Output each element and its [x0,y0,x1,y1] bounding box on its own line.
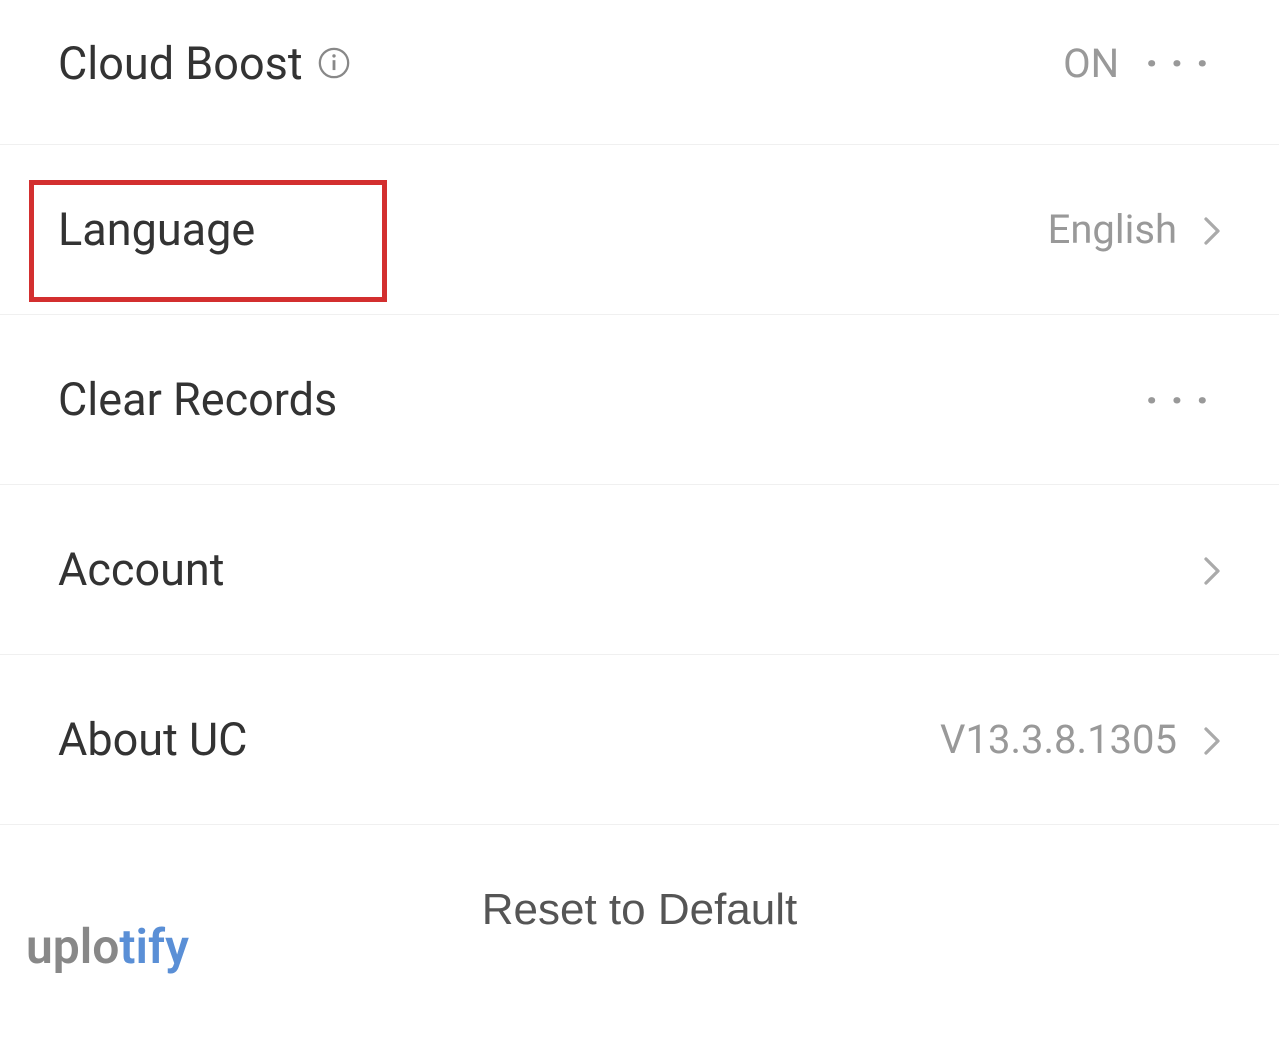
setting-item-cloud-boost[interactable]: Cloud Boost ON ··· [0,0,1279,145]
about-uc-value-container: V13.3.8.1305 [940,716,1221,763]
language-value-container: English [1048,206,1221,253]
chevron-right-icon [1203,552,1221,588]
cloud-boost-label-container: Cloud Boost [58,37,351,90]
setting-item-clear-records[interactable]: Clear Records ··· [0,315,1279,485]
account-label-container: Account [58,543,225,596]
language-label: Language [58,203,255,256]
cloud-boost-value-container: ON ··· [1063,37,1221,89]
setting-item-language[interactable]: Language English [0,145,1279,315]
settings-list: Cloud Boost ON ··· Language English [0,0,1279,935]
language-label-container: Language [58,203,255,256]
cloud-boost-label: Cloud Boost [58,37,303,90]
setting-item-about-uc[interactable]: About UC V13.3.8.1305 [0,655,1279,825]
clear-records-label-container: Clear Records [58,373,337,426]
more-dots-icon[interactable]: ··· [1145,37,1221,89]
setting-item-account[interactable]: Account [0,485,1279,655]
cloud-boost-value: ON [1063,40,1119,87]
reset-section: Reset to Default [0,825,1279,935]
about-uc-label: About UC [58,713,247,766]
chevron-right-icon [1203,722,1221,758]
clear-records-value-container: ··· [1145,374,1221,426]
about-uc-label-container: About UC [58,713,247,766]
info-icon[interactable] [317,46,351,80]
clear-records-label: Clear Records [58,373,337,426]
more-dots-icon[interactable]: ··· [1145,374,1221,426]
account-label: Account [58,543,225,596]
language-value: English [1048,206,1177,253]
account-value-container [1203,552,1221,588]
chevron-right-icon [1203,212,1221,248]
reset-to-default-button[interactable]: Reset to Default [482,885,798,935]
about-uc-value: V13.3.8.1305 [940,716,1177,763]
